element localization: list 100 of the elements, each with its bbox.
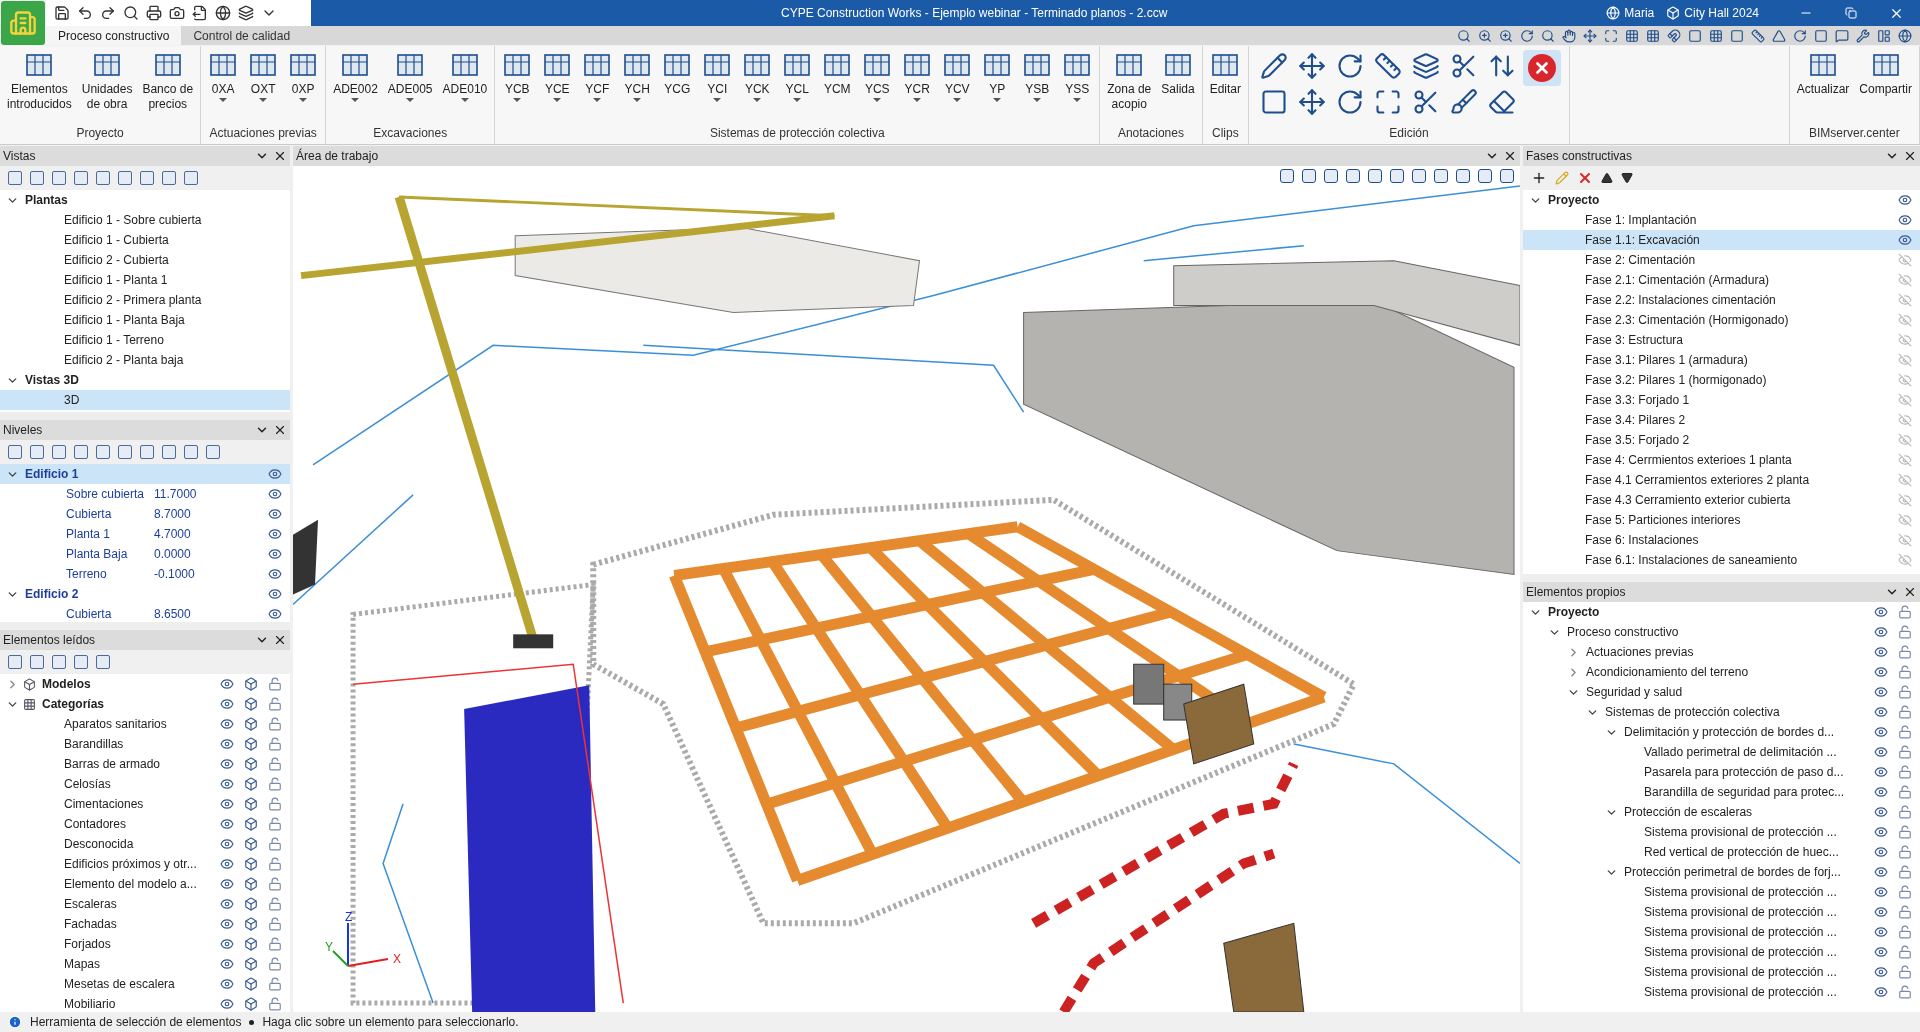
ribbon-button[interactable]: Unidades de obra (78, 50, 136, 112)
close-icon[interactable] (273, 423, 287, 437)
lock-icon[interactable] (268, 697, 282, 711)
ribbon-button[interactable]: YCI (699, 50, 736, 102)
ribbon-button[interactable]: YCS (859, 50, 896, 102)
ribbon-button[interactable]: OXT (245, 50, 282, 102)
close-icon[interactable] (1903, 149, 1917, 163)
ribbon-button[interactable]: ADE010 (439, 50, 491, 102)
printer-icon[interactable] (146, 5, 162, 21)
ribbon-button[interactable]: YP (979, 50, 1016, 102)
view-tool-icon[interactable] (1478, 169, 1492, 183)
zoom-in-icon[interactable] (1478, 28, 1492, 43)
lock-icon[interactable] (268, 857, 282, 871)
redo-icon[interactable] (100, 5, 116, 21)
save-icon[interactable] (54, 5, 70, 21)
user-name[interactable]: Maria (1624, 4, 1655, 22)
expand-icon[interactable] (1604, 28, 1618, 43)
triangle-icon[interactable] (1772, 28, 1786, 43)
close-icon[interactable] (273, 149, 287, 163)
rotate-icon[interactable] (1520, 28, 1534, 43)
lock-icon[interactable] (1898, 605, 1912, 619)
lock-icon[interactable] (268, 957, 282, 971)
lock-icon[interactable] (1898, 985, 1912, 999)
view-tool-icon[interactable] (1280, 169, 1294, 183)
lock-icon[interactable] (1898, 685, 1912, 699)
ribbon-tab[interactable]: Proceso constructivo (46, 26, 182, 45)
lock-icon[interactable] (1898, 625, 1912, 639)
add-icon[interactable] (1531, 170, 1547, 186)
view-tool-icon[interactable] (1324, 169, 1338, 183)
ribbon-button[interactable]: Banco de precios (139, 50, 197, 112)
lock-icon[interactable] (268, 877, 282, 891)
view-tool-icon[interactable] (1390, 169, 1404, 183)
lock-icon[interactable] (1898, 825, 1912, 839)
magnet-icon[interactable] (1667, 28, 1681, 43)
lock-icon[interactable] (1898, 725, 1912, 739)
close-icon[interactable] (1503, 149, 1517, 163)
grid-icon[interactable] (1709, 28, 1723, 43)
lock-icon[interactable] (268, 997, 282, 1011)
ribbon-button[interactable]: Editar (1206, 50, 1244, 97)
globe-icon[interactable] (215, 5, 231, 21)
ribbon-button[interactable]: YCF (579, 50, 616, 102)
lock-icon[interactable] (1898, 705, 1912, 719)
lock-icon[interactable] (1898, 745, 1912, 759)
view-tool-icon[interactable] (1368, 169, 1382, 183)
view-tool-icon[interactable] (1412, 169, 1426, 183)
close-icon[interactable] (1903, 585, 1917, 599)
ribbon-button[interactable]: YCR (899, 50, 936, 102)
grid-icon[interactable] (1625, 28, 1639, 43)
ribbon-button[interactable]: ADE002 (330, 50, 381, 102)
lock-icon[interactable] (1898, 645, 1912, 659)
layout-icon[interactable] (1877, 28, 1891, 43)
lock-icon[interactable] (268, 817, 282, 831)
ribbon-button[interactable]: YCE (539, 50, 576, 102)
lock-icon[interactable] (1898, 965, 1912, 979)
lock-icon[interactable] (268, 977, 282, 991)
tools-icon[interactable] (1856, 28, 1870, 43)
view-tool-icon[interactable] (1346, 169, 1360, 183)
view-tool-icon[interactable] (1500, 169, 1514, 183)
lock-icon[interactable] (268, 897, 282, 911)
lock-icon[interactable] (268, 917, 282, 931)
ribbon-button[interactable]: Compartir (1856, 50, 1915, 97)
lock-icon[interactable] (1898, 785, 1912, 799)
ribbon-button[interactable]: YCH (619, 50, 656, 102)
square-icon[interactable] (1730, 28, 1744, 43)
square-icon[interactable] (1688, 28, 1702, 43)
lock-icon[interactable] (1898, 905, 1912, 919)
lock-icon[interactable] (268, 757, 282, 771)
grid-icon[interactable] (1646, 28, 1660, 43)
ribbon-button[interactable]: YCV (939, 50, 976, 102)
lock-icon[interactable] (1898, 945, 1912, 959)
lock-icon[interactable] (1898, 845, 1912, 859)
ribbon-button[interactable]: Salida (1158, 50, 1198, 97)
ribbon-button[interactable]: YCL (779, 50, 816, 102)
ribbon-button[interactable]: 0XP (285, 50, 322, 102)
zoom-icon[interactable] (1457, 28, 1471, 43)
lock-icon[interactable] (1898, 885, 1912, 899)
ribbon-button[interactable]: Elementos introducidos (4, 50, 75, 112)
lock-icon[interactable] (1898, 865, 1912, 879)
lock-icon[interactable] (1898, 665, 1912, 679)
restore-icon[interactable] (1845, 7, 1857, 19)
ribbon-button[interactable]: Zona de acopio (1104, 50, 1155, 112)
export-icon[interactable] (192, 5, 208, 21)
move-icon[interactable] (1583, 28, 1597, 43)
lock-icon[interactable] (268, 937, 282, 951)
project-name[interactable]: City Hall 2024 (1684, 4, 1759, 22)
lock-icon[interactable] (268, 797, 282, 811)
lock-icon[interactable] (268, 677, 282, 691)
lock-icon[interactable] (268, 777, 282, 791)
square-icon[interactable] (1814, 28, 1828, 43)
ribbon-button[interactable]: ADE005 (384, 50, 436, 102)
zoom-icon[interactable] (1499, 28, 1513, 43)
search-icon[interactable] (123, 5, 139, 21)
layers-icon[interactable] (238, 5, 254, 21)
ribbon-button[interactable]: YCG (659, 50, 696, 97)
close-icon[interactable] (273, 633, 287, 647)
lock-icon[interactable] (268, 717, 282, 731)
undo-icon[interactable] (77, 5, 93, 21)
ribbon-button[interactable]: YCB (499, 50, 536, 102)
ribbon-button[interactable]: YSB (1019, 50, 1056, 102)
tree-row[interactable]: Edificio 1 (0, 464, 290, 484)
